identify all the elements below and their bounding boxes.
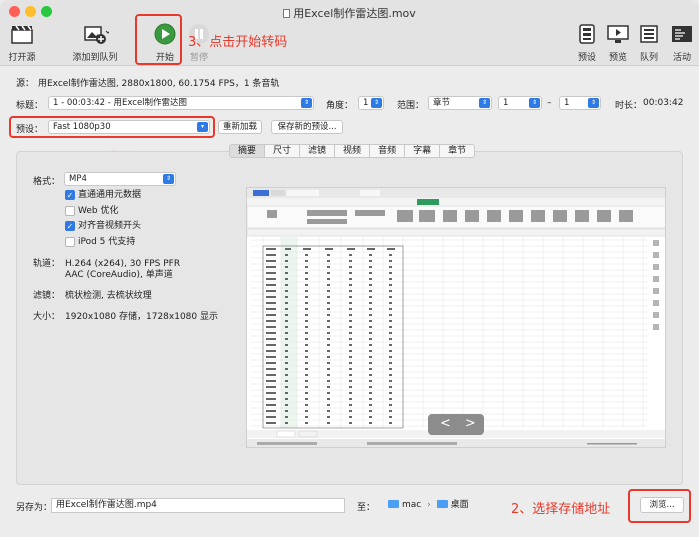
activity-button[interactable]: 活动 xyxy=(655,22,699,63)
chevron-updown-icon: ⇕ xyxy=(588,98,599,108)
open-source-label: 打开源 xyxy=(8,53,36,63)
path-folder-mac: mac xyxy=(402,500,422,510)
annotation-step3: 3、点击开始转码 xyxy=(188,35,288,50)
passthru-metadata-checkbox[interactable]: ✓ xyxy=(65,190,75,200)
next-frame-button[interactable]: > xyxy=(465,416,490,431)
source-value: 用Excel制作雷达图, 2880x1800, 60.1754 FPS，1 条音… xyxy=(38,79,280,89)
format-value: MP4 xyxy=(69,174,87,184)
source-label: 源： xyxy=(16,79,35,89)
previous-frame-button[interactable]: < xyxy=(440,416,465,431)
preview-navigation: <> xyxy=(428,414,484,435)
duration-value: 00:03:42 xyxy=(643,98,684,108)
format-label: 格式： xyxy=(33,177,61,187)
activity-log-icon xyxy=(668,22,696,46)
add-to-queue-button[interactable]: 添加到队列 xyxy=(68,22,122,63)
tab-filters[interactable]: 滤镜 xyxy=(300,144,336,158)
ipod-support-checkbox[interactable] xyxy=(65,237,75,247)
angle-label: 角度： xyxy=(326,101,354,111)
title-select-value: 1 - 00:03:42 - 用Excel制作雷达图 xyxy=(53,98,188,108)
annotation-step2: 2、选择存储地址 xyxy=(511,502,611,517)
reload-preset-button[interactable]: 重新加载 xyxy=(218,120,262,134)
range-to-select[interactable]: 1 ⇕ xyxy=(559,96,601,110)
range-to-value: 1 xyxy=(564,98,570,108)
destination-label: 至： xyxy=(357,503,376,513)
tracks-label: 轨道： xyxy=(33,259,61,269)
range-type-value: 章节 xyxy=(433,98,451,108)
passthru-metadata-label: 直通通用元数据 xyxy=(78,190,142,200)
chevron-updown-icon: ⇕ xyxy=(301,98,312,108)
range-label: 范围： xyxy=(397,101,425,111)
add-to-queue-label: 添加到队列 xyxy=(72,53,118,63)
preset-highlight-box xyxy=(9,116,215,138)
folder-icon xyxy=(388,500,399,508)
title-select[interactable]: 1 - 00:03:42 - 用Excel制作雷达图 ⇕ xyxy=(48,96,314,110)
web-optimize-checkbox[interactable] xyxy=(65,206,75,216)
chevron-updown-icon: ⇕ xyxy=(479,98,490,108)
tracks-line2: AAC (CoreAudio), 单声道 xyxy=(65,270,173,280)
folder-icon xyxy=(436,500,448,508)
tab-chapters[interactable]: 章节 xyxy=(440,144,476,158)
tab-audio[interactable]: 音频 xyxy=(370,144,406,158)
size-label: 大小： xyxy=(33,312,61,322)
web-optimize-label: Web 优化 xyxy=(78,206,119,216)
range-separator: – xyxy=(547,98,552,108)
path-folder-desktop: 桌面 xyxy=(450,500,469,510)
save-as-label: 另存为： xyxy=(16,503,53,513)
angle-select[interactable]: 1 ⇕ xyxy=(358,96,384,110)
save-as-filename-input[interactable]: 用Excel制作雷达图.mp4 xyxy=(51,498,345,513)
tracks-line1: H.264 (x264), 30 FPS PFR xyxy=(65,259,181,269)
toolbar: 用Excel制作雷达图.mov 打开源 添加到队列 开始 暂停 预设 预览 队列… xyxy=(0,0,699,66)
open-source-button[interactable]: 打开源 xyxy=(0,22,49,63)
chevron-updown-icon: ⇕ xyxy=(163,174,174,184)
browse-highlight-box xyxy=(628,489,691,523)
document-icon xyxy=(283,9,291,18)
spreadsheet-preview-image xyxy=(247,188,665,447)
format-select[interactable]: MP4 ⇕ xyxy=(64,172,176,186)
tab-subtitles[interactable]: 字幕 xyxy=(405,144,441,158)
clapperboard-icon xyxy=(8,22,36,46)
align-av-label: 对齐音视频开头 xyxy=(78,221,142,231)
preview-thumbnail[interactable] xyxy=(246,187,666,448)
filters-label: 滤镜： xyxy=(33,291,61,301)
filters-value: 梳状检测, 去梳状纹理 xyxy=(65,291,152,301)
range-from-value: 1 xyxy=(503,98,509,108)
range-from-select[interactable]: 1 ⇕ xyxy=(498,96,542,110)
tab-dimensions[interactable]: 尺寸 xyxy=(265,144,301,158)
handbrake-window: 用Excel制作雷达图.mov 打开源 添加到队列 开始 暂停 预设 预览 队列… xyxy=(0,0,699,537)
save-new-preset-button[interactable]: 保存新的预设... xyxy=(271,120,343,134)
chevron-updown-icon: ⇕ xyxy=(529,98,540,108)
add-photo-icon xyxy=(81,22,111,46)
tab-summary[interactable]: 摘要 xyxy=(229,144,266,158)
tab-bar: 摘要 尺寸 滤镜 视频 音频 字幕 章节 xyxy=(229,144,476,158)
destination-path[interactable]: mac › 桌面 xyxy=(388,499,469,512)
path-separator: › xyxy=(427,500,431,510)
ipod-support-label: iPod 5 代支持 xyxy=(78,237,136,247)
align-av-checkbox[interactable]: ✓ xyxy=(65,221,75,231)
start-highlight-box xyxy=(135,14,182,65)
range-type-select[interactable]: 章节 ⇕ xyxy=(428,96,492,110)
tab-video[interactable]: 视频 xyxy=(335,144,371,158)
title-label: 标题： xyxy=(16,101,44,111)
duration-label: 时长： xyxy=(615,101,643,111)
activity-label: 活动 xyxy=(672,53,691,63)
chevron-updown-icon: ⇕ xyxy=(371,98,382,108)
size-value: 1920x1080 存储，1728x1080 显示 xyxy=(65,312,218,322)
angle-value: 1 xyxy=(363,98,369,108)
window-title: 用Excel制作雷达图.mov xyxy=(0,5,699,21)
